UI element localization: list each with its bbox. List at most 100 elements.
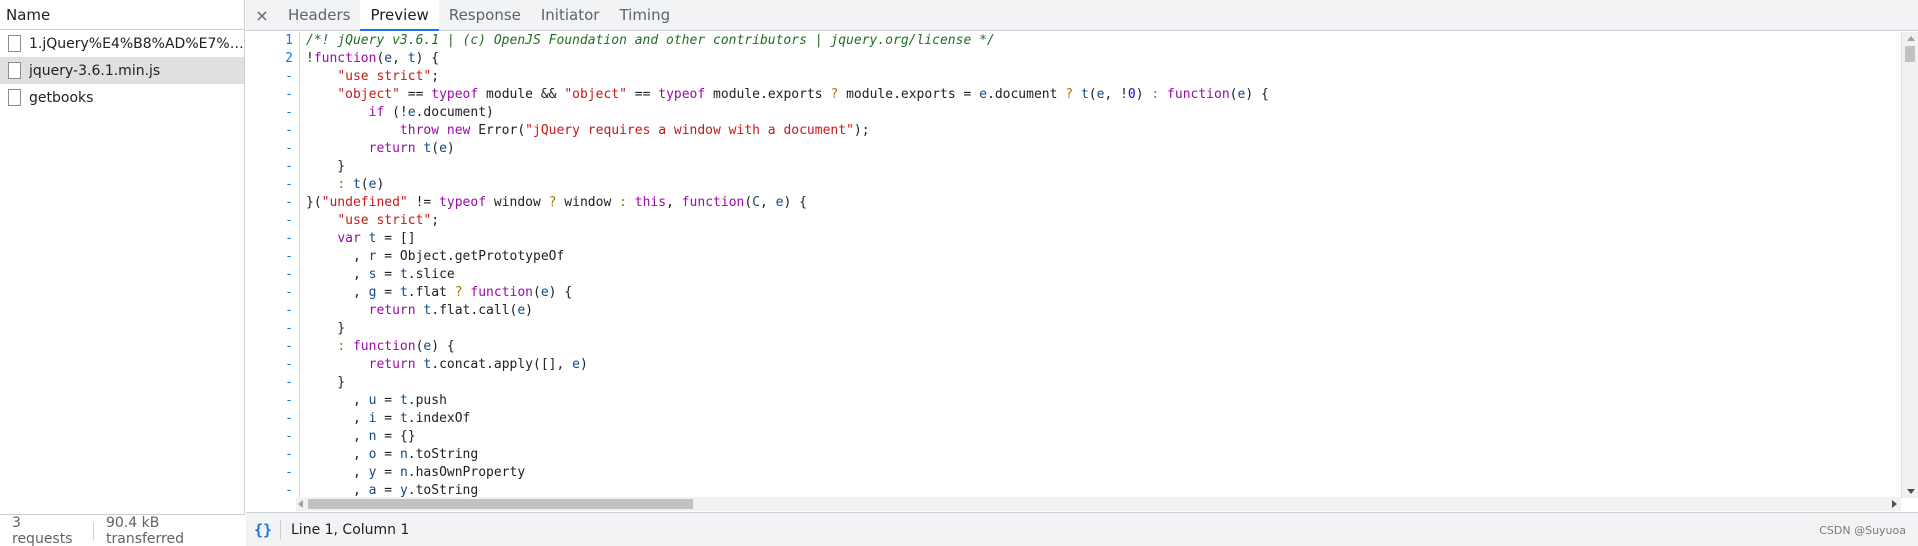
vertical-scrollbar[interactable] — [1901, 32, 1918, 498]
code-text: return t(e) — [368, 141, 455, 156]
code-text: "use strict"; — [337, 213, 440, 228]
line-number[interactable]: - — [246, 176, 293, 194]
line-number[interactable]: - — [246, 374, 293, 392]
code-text: throw new Error("jQuery requires a windo… — [399, 123, 870, 138]
gutter-divider — [299, 68, 300, 86]
pretty-print-icon[interactable]: {} — [246, 521, 280, 539]
code-text: !function(e, t) { — [306, 51, 440, 66]
line-number[interactable]: - — [246, 392, 293, 410]
line-number[interactable]: - — [246, 230, 293, 248]
gutter-divider — [299, 32, 300, 50]
code-line: - , y = n.hasOwnProperty — [246, 464, 1901, 482]
name-column-header[interactable]: Name — [0, 0, 244, 30]
line-number[interactable]: - — [246, 446, 293, 464]
line-number[interactable]: - — [246, 158, 293, 176]
gutter-divider — [299, 338, 300, 356]
code-text: , u = t.push — [306, 393, 447, 408]
code-text: if (!e.document) — [368, 105, 494, 120]
code-text: } — [306, 159, 346, 174]
line-number[interactable]: - — [246, 122, 293, 140]
code-line: - , a = y.toString — [246, 482, 1901, 498]
gutter-divider — [299, 356, 300, 374]
line-number[interactable]: - — [246, 140, 293, 158]
code-text: "object" == typeof module && "object" ==… — [337, 87, 1269, 102]
scrollbar-thumb[interactable] — [1905, 46, 1915, 62]
code-line: - , n = {} — [246, 428, 1901, 446]
code-line: 2 !function(e, t) { — [246, 50, 1901, 68]
line-number[interactable]: 1 — [246, 32, 293, 50]
tab-initiator[interactable]: Initiator — [531, 0, 610, 30]
code-line: -}("undefined" != typeof window ? window… — [246, 194, 1901, 212]
code-text: return t.flat.call(e) — [368, 303, 533, 318]
gutter-divider — [299, 302, 300, 320]
code-line: - , g = t.flat ? function(e) { — [246, 284, 1901, 302]
line-number[interactable]: - — [246, 302, 293, 320]
code-line: - "object" == typeof module && "object" … — [246, 86, 1901, 104]
line-number[interactable]: - — [246, 284, 293, 302]
tab-headers[interactable]: Headers — [278, 0, 360, 30]
gutter-divider — [299, 194, 300, 212]
line-number[interactable]: - — [246, 464, 293, 482]
gutter-divider — [299, 482, 300, 498]
scroll-right-icon[interactable] — [1892, 500, 1897, 508]
code-line: - return t.flat.call(e) — [246, 302, 1901, 320]
request-name: getbooks — [29, 89, 94, 106]
scroll-left-icon[interactable] — [298, 500, 303, 508]
code-line: - if (!e.document) — [246, 104, 1901, 122]
request-name: jquery-3.6.1.min.js — [29, 62, 161, 79]
line-number[interactable]: - — [246, 338, 293, 356]
request-detail-panel: × Headers Preview Response Initiator Tim… — [246, 0, 1918, 546]
request-item-selected[interactable]: jquery-3.6.1.min.js — [0, 57, 244, 84]
code-text: : t(e) — [337, 177, 385, 192]
code-line: - "use strict"; — [246, 212, 1901, 230]
gutter-divider — [299, 122, 300, 140]
line-number[interactable]: - — [246, 410, 293, 428]
close-icon[interactable]: × — [246, 0, 278, 30]
scroll-down-icon[interactable] — [1907, 489, 1915, 494]
code-text: , y = n.hasOwnProperty — [306, 465, 526, 480]
tab-timing[interactable]: Timing — [609, 0, 680, 30]
request-item[interactable]: 1.jQuery%E4%B8%AD%E7%9... — [0, 30, 244, 57]
line-number[interactable]: - — [246, 104, 293, 122]
tab-response[interactable]: Response — [439, 0, 531, 30]
request-list-panel: Name 1.jQuery%E4%B8%AD%E7%9... jquery-3.… — [0, 0, 245, 546]
line-number[interactable]: - — [246, 248, 293, 266]
line-number[interactable]: - — [246, 482, 293, 498]
gutter-divider — [299, 320, 300, 338]
scroll-up-icon[interactable] — [1907, 36, 1915, 41]
request-count: 3 requests — [12, 514, 73, 546]
line-number[interactable]: - — [246, 428, 293, 446]
gutter-divider — [299, 248, 300, 266]
code-preview[interactable]: 1 /*! jQuery v3.6.1 | (c) OpenJS Foundati… — [246, 32, 1901, 498]
request-item[interactable]: getbooks — [0, 84, 244, 111]
gutter-divider — [299, 464, 300, 482]
code-line: - "use strict"; — [246, 68, 1901, 86]
document-icon — [8, 35, 21, 52]
code-text: } — [306, 321, 346, 336]
line-number[interactable]: - — [246, 212, 293, 230]
tab-preview[interactable]: Preview — [360, 0, 440, 31]
line-number[interactable]: - — [246, 194, 293, 212]
code-text: , a = y.toString — [306, 483, 479, 498]
code-line: - } — [246, 320, 1901, 338]
line-number[interactable]: - — [246, 356, 293, 374]
code-line: - var t = [] — [246, 230, 1901, 248]
horizontal-scrollbar[interactable] — [296, 497, 1901, 511]
code-line: - : t(e) — [246, 176, 1901, 194]
line-number[interactable]: - — [246, 68, 293, 86]
code-text: }("undefined" != typeof window ? window … — [306, 195, 807, 210]
code-text: var t = [] — [337, 231, 416, 246]
document-icon — [8, 62, 21, 79]
line-number[interactable]: - — [246, 320, 293, 338]
scrollbar-thumb[interactable] — [308, 499, 693, 509]
cursor-position: Line 1, Column 1 — [291, 521, 410, 538]
code-line: - : function(e) { — [246, 338, 1901, 356]
network-summary-bar: 3 requests 90.4 kB transferred — [0, 514, 245, 546]
line-number[interactable]: - — [246, 86, 293, 104]
line-number[interactable]: 2 — [246, 50, 293, 68]
status-bar: {} Line 1, Column 1 CSDN @Suyuoa — [246, 512, 1918, 546]
code-line: - , u = t.push — [246, 392, 1901, 410]
code-line: - return t(e) — [246, 140, 1901, 158]
gutter-divider — [299, 446, 300, 464]
line-number[interactable]: - — [246, 266, 293, 284]
